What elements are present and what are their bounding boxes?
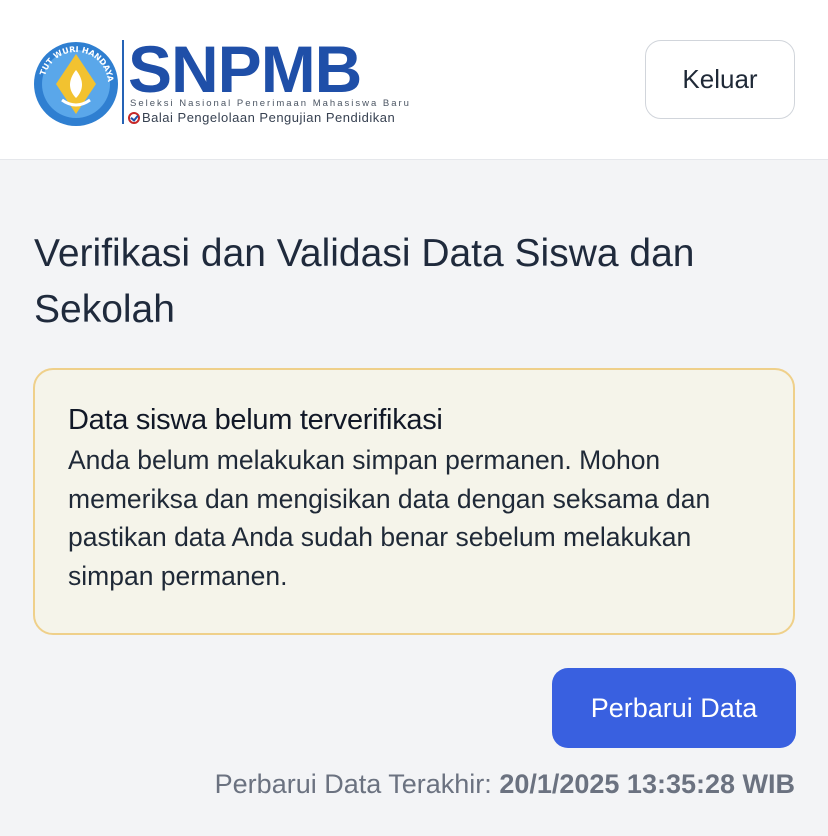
check-badge-icon: [128, 112, 140, 124]
last-update-info: Perbarui Data Terakhir: 20/1/2025 13:35:…: [215, 764, 795, 804]
update-data-button[interactable]: Perbarui Data: [552, 668, 796, 748]
alert-message: Anda belum melakukan simpan permanen. Mo…: [68, 445, 711, 591]
brand-name: SNPMB: [128, 32, 362, 106]
verification-alert: Data siswa belum terverifikasi Anda belu…: [33, 368, 795, 635]
alert-title: Data siswa belum terverifikasi: [68, 404, 443, 436]
tut-wuri-handayani-emblem-icon: TUT WURI HANDAYANI: [32, 40, 118, 126]
page-title: Verifikasi dan Validasi Data Siswa dan S…: [34, 232, 695, 331]
snpmb-logo[interactable]: TUT WURI HANDAYANI SNPMB Seleksi Nasiona…: [32, 32, 409, 130]
last-update-timestamp: 20/1/2025 13:35:28 WIB: [499, 769, 795, 799]
brand-tagline: Seleksi Nasional Penerimaan Mahasiswa Ba…: [130, 98, 411, 109]
logout-button[interactable]: Keluar: [645, 40, 795, 119]
last-update-label: Perbarui Data Terakhir:: [214, 769, 492, 799]
top-header: TUT WURI HANDAYANI SNPMB Seleksi Nasiona…: [0, 0, 828, 160]
agency-line: Balai Pengelolaan Pengujian Pendidikan: [128, 110, 395, 125]
agency-name: Balai Pengelolaan Pengujian Pendidikan: [142, 110, 396, 125]
logo-divider: [122, 40, 124, 124]
